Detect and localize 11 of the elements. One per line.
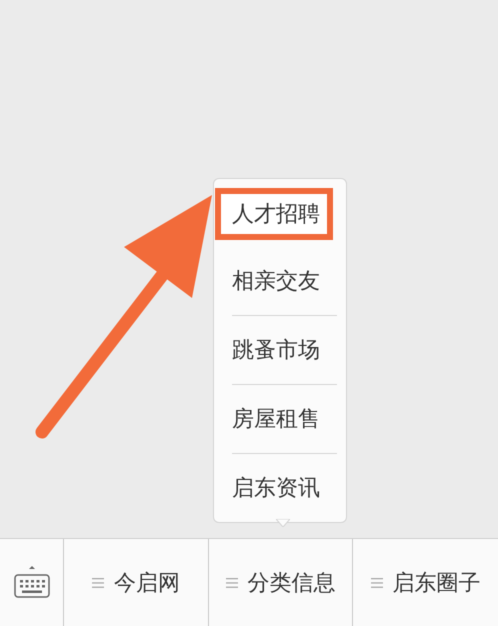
highlighted-menu-item[interactable]: 人才招聘	[215, 188, 333, 240]
menu-icon	[226, 578, 238, 588]
menu-icon	[370, 578, 382, 588]
menu-tab[interactable]: 启东圈子	[352, 539, 498, 626]
menu-tab[interactable]: 分类信息	[208, 539, 352, 626]
menu-item[interactable]: 启东资讯	[214, 454, 346, 522]
menu-tab[interactable]: 今启网	[63, 539, 208, 626]
menu-item[interactable]: 跳蚤市场	[214, 316, 346, 384]
menu-item[interactable]: 相亲交友	[214, 247, 346, 315]
menu-item[interactable]: 房屋租售	[214, 385, 346, 453]
menu-icon	[92, 578, 104, 588]
